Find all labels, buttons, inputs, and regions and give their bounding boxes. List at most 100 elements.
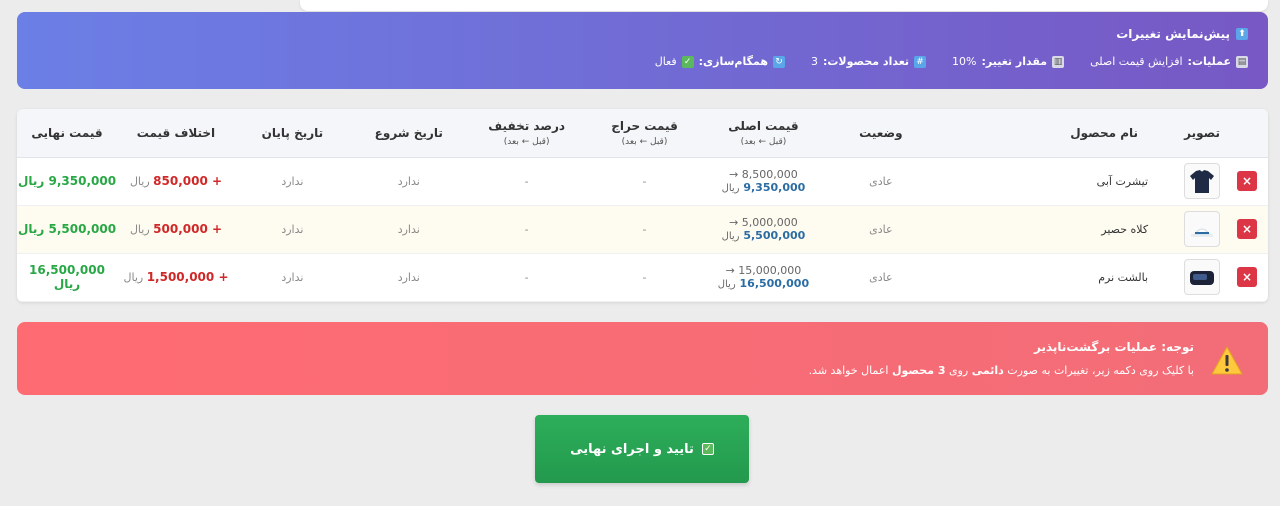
product-status: عادی	[823, 205, 939, 254]
warning-icon	[1211, 345, 1243, 375]
product-name: تیشرت آبی	[938, 157, 1179, 206]
currency-label: ریال	[721, 183, 740, 194]
products-table-card: تصویر نام محصول وضعیت قیمت اصلی (قبل ← ب…	[17, 109, 1268, 302]
count-label: تعداد محصولات:	[822, 55, 910, 68]
price-diff: + 850,000	[153, 174, 223, 188]
header-discount: درصد تخفیف (قبل ← بعد)	[467, 109, 586, 158]
header-image: تصویر	[1178, 109, 1227, 158]
delete-button[interactable]: ×	[1237, 219, 1258, 239]
header-price-label: قیمت اصلی	[728, 118, 799, 133]
change-value: 10%	[952, 55, 977, 68]
old-price: 15,000,000 →	[725, 264, 802, 277]
header-price-sub: (قبل ← بعد)	[740, 136, 787, 147]
currency-label: ریال	[123, 271, 144, 284]
product-thumbnail-pillow	[1184, 259, 1221, 295]
table-row: × تیشرت آبی عادی 8,500,000 → 9,350,000 ر	[17, 157, 1268, 206]
delete-cell: ×	[1226, 253, 1268, 302]
end-date: ندارد	[234, 205, 350, 254]
warning-title: توجه: عملیات برگشت‌ناپذیر	[1034, 340, 1194, 354]
warning-text-part: با کلیک روی دکمه زیر، تغییرات به صورت	[1007, 364, 1194, 377]
discount-percent: -	[467, 157, 586, 206]
operation-value: افزایش قیمت اصلی	[1090, 55, 1183, 68]
product-thumbnail-tshirt	[1184, 163, 1221, 199]
confirm-execute-button[interactable]: ✓ تایید و اجرای نهایی	[535, 415, 749, 483]
stat-operation: ▤ عملیات: افزایش قیمت اصلی	[1090, 55, 1248, 68]
warning-text-part: اعمال خواهد شد.	[808, 364, 889, 377]
header-final-price: قیمت نهایی	[17, 109, 118, 158]
changes-preview-panel: ⬆ پیش‌نمایش تغییرات ▤ عملیات: افزایش قیم…	[17, 12, 1268, 89]
image-cell	[1178, 205, 1227, 254]
header-end-date: تاریخ پایان	[234, 109, 350, 158]
price-diff-cell: + 500,000 ریال	[117, 205, 235, 254]
product-status: عادی	[823, 157, 939, 206]
header-discount-label: درصد تخفیف	[488, 118, 566, 133]
table-row: × کلاه حصیر عادی 5,000,000 → 5,500,000 ر…	[17, 205, 1268, 254]
header-name: نام محصول	[938, 109, 1179, 158]
price-cell: 5,000,000 → 5,500,000 ریال	[703, 205, 824, 254]
price-diff: + 1,500,000	[146, 270, 229, 284]
upload-icon: ⬆	[1236, 28, 1248, 40]
preview-stats: ▤ عملیات: افزایش قیمت اصلی ▥ مقدار تغییر…	[37, 55, 1248, 68]
delete-cell: ×	[1226, 205, 1268, 254]
final-price: 9,350,000 ریال	[17, 157, 118, 206]
sale-price: -	[585, 205, 704, 254]
warning-body: توجه: عملیات برگشت‌ناپذیر با کلیک روی دک…	[809, 336, 1194, 395]
check-icon: ✓	[681, 55, 694, 68]
warning-text-part: روی	[949, 364, 969, 377]
header-sale: قیمت حراج (قبل ← بعد)	[585, 109, 704, 158]
numbers-icon: #	[914, 55, 927, 68]
clipboard-icon: ▤	[1236, 55, 1248, 68]
hat-icon	[1191, 228, 1214, 237]
sync-icon: ↻	[772, 55, 785, 68]
currency-label: ریال	[129, 175, 150, 188]
start-date: ندارد	[349, 157, 468, 206]
warning-text: با کلیک روی دکمه زیر، تغییرات به صورت دا…	[809, 364, 1194, 377]
product-status: عادی	[823, 253, 939, 302]
price-diff: + 500,000	[153, 222, 223, 236]
pillow-icon	[1190, 271, 1215, 285]
header-sale-sub: (قبل ← بعد)	[621, 136, 668, 147]
price-diff-cell: + 1,500,000 ریال	[117, 253, 235, 302]
old-price: 8,500,000 →	[729, 168, 798, 181]
delete-cell: ×	[1226, 157, 1268, 206]
delete-button[interactable]: ×	[1237, 267, 1258, 287]
image-cell	[1178, 157, 1227, 206]
start-date: ندارد	[349, 253, 468, 302]
table-header-row: تصویر نام محصول وضعیت قیمت اصلی (قبل ← ب…	[17, 109, 1268, 158]
table-row: × بالشت نرم عادی 15,000,000 → 16,500,000…	[17, 253, 1268, 302]
preview-title-row: ⬆ پیش‌نمایش تغییرات	[37, 27, 1248, 41]
header-price: قیمت اصلی (قبل ← بعد)	[703, 109, 824, 158]
header-status: وضعیت	[823, 109, 939, 158]
currency-label: ریال	[129, 223, 150, 236]
end-date: ندارد	[234, 253, 350, 302]
delete-button[interactable]: ×	[1237, 171, 1258, 191]
sync-label: همگام‌سازی:	[698, 55, 768, 68]
start-date: ندارد	[349, 205, 468, 254]
product-name: کلاه حصیر	[938, 205, 1179, 254]
new-price: 5,500,000	[743, 229, 806, 242]
warning-text-bold: دائمی	[971, 364, 1004, 377]
confirm-button-label: تایید و اجرای نهایی	[570, 441, 694, 457]
preview-title: پیش‌نمایش تغییرات	[1116, 27, 1230, 41]
stat-sync: ↻ همگام‌سازی: ✓ فعال	[655, 55, 785, 68]
discount-percent: -	[467, 205, 586, 254]
price-diff-cell: + 850,000 ریال	[117, 157, 235, 206]
header-sale-label: قیمت حراج	[611, 118, 678, 133]
currency-label: ریال	[721, 231, 740, 242]
check-icon: ✓	[701, 443, 714, 455]
price-cell: 8,500,000 → 9,350,000 ریال	[703, 157, 824, 206]
count-value: 3	[810, 55, 818, 68]
products-table: تصویر نام محصول وضعیت قیمت اصلی (قبل ← ب…	[17, 109, 1268, 302]
new-price-line: 16,500,000 ریال	[703, 277, 823, 290]
currency-label: ریال	[717, 279, 736, 290]
sale-price: -	[585, 253, 704, 302]
image-cell	[1178, 253, 1227, 302]
tshirt-icon	[1190, 170, 1215, 193]
final-price: 16,500,000 ریال	[17, 253, 118, 302]
change-label: مقدار تغییر:	[981, 55, 1048, 68]
new-price: 16,500,000	[739, 277, 810, 290]
warning-text-bold: 3 محصول	[891, 364, 946, 377]
stat-count: # تعداد محصولات: 3	[810, 55, 927, 68]
header-price-diff: اختلاف قیمت	[117, 109, 235, 158]
product-name: بالشت نرم	[938, 253, 1179, 302]
